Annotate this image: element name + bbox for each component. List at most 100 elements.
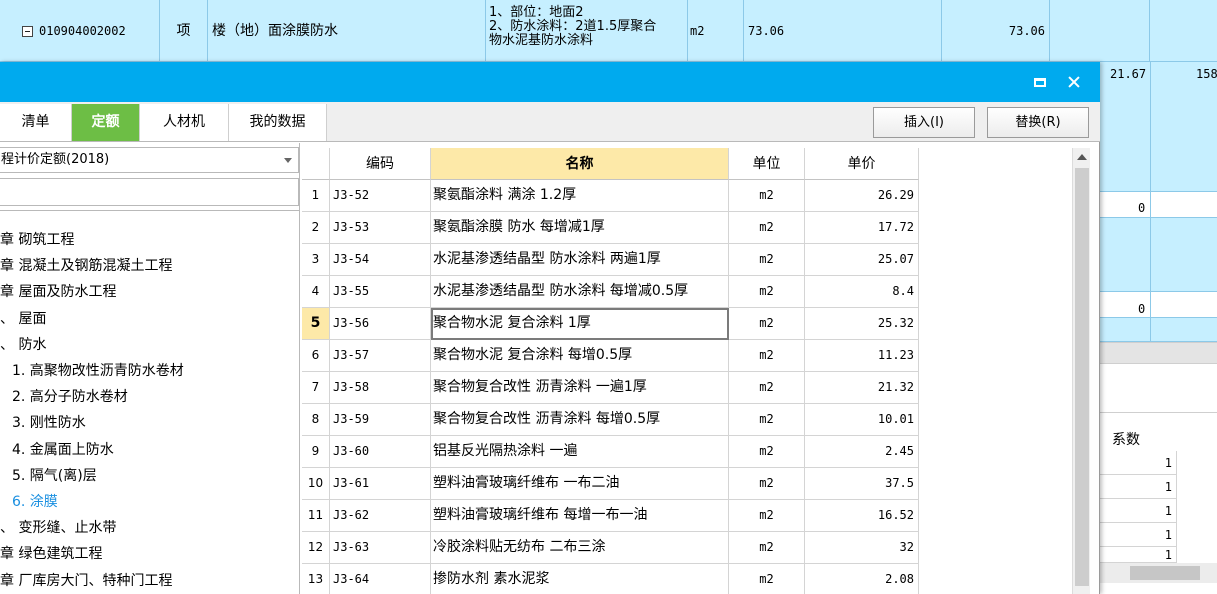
name-cell[interactable]: 冷胶涂料贴无纺布 二布三涂	[431, 532, 729, 564]
table-row[interactable]: 4 J3-55 水泥基渗透结晶型 防水涂料 每增减0.5厚 m2 8.4	[302, 276, 922, 308]
price-cell[interactable]: 17.72	[805, 212, 919, 244]
bill-empty-cell[interactable]	[1050, 0, 1150, 62]
insert-button[interactable]: 插入(I)	[873, 107, 975, 138]
row-number-cell[interactable]: 2	[302, 212, 330, 244]
price-cell[interactable]: 21.32	[805, 372, 919, 404]
price-cell[interactable]: 11.23	[805, 340, 919, 372]
row-number-cell[interactable]: 1	[302, 180, 330, 212]
tree-item[interactable]: 章 屋面及防水工程	[0, 282, 116, 302]
tree-item[interactable]: 5. 隔气(离)层	[12, 466, 97, 486]
bill-quantity-cell[interactable]: 73.06	[744, 0, 942, 62]
coefficient-cell[interactable]: 1	[1100, 547, 1177, 563]
tab-bill[interactable]: 清单	[0, 104, 72, 141]
header-price[interactable]: 单价	[805, 148, 919, 180]
unit-cell[interactable]: m2	[729, 276, 805, 308]
unit-cell[interactable]: m2	[729, 532, 805, 564]
tree-item[interactable]: 2. 高分子防水卷材	[12, 387, 128, 407]
bill-item-row[interactable]: 010904002002 项 楼（地）面涂膜防水 1、部位：地面2 2、防水涂料…	[0, 0, 1217, 62]
tree-item[interactable]: 章 混凝土及钢筋混凝土工程	[0, 256, 172, 276]
bill-type-cell[interactable]: 项	[160, 0, 208, 62]
name-cell[interactable]: 聚合物水泥 复合涂料 每增0.5厚	[431, 340, 729, 372]
tab-quota[interactable]: 定额	[72, 104, 140, 141]
scrollbar-thumb[interactable]	[1130, 566, 1200, 580]
tab-labor-material-machine[interactable]: 人材机	[140, 104, 229, 141]
name-cell[interactable]: 聚氨酯涂料 满涂 1.2厚	[431, 180, 729, 212]
code-cell[interactable]: J3-59	[330, 404, 431, 436]
name-cell[interactable]: 水泥基渗透结晶型 防水涂料 两遍1厚	[431, 244, 729, 276]
vertical-scrollbar[interactable]	[1072, 148, 1090, 594]
bill-empty-cell[interactable]	[1150, 0, 1217, 62]
unit-cell[interactable]: m2	[729, 564, 805, 594]
row-number-cell[interactable]: 4	[302, 276, 330, 308]
unit-cell[interactable]: m2	[729, 212, 805, 244]
row-number-cell[interactable]: 7	[302, 372, 330, 404]
code-cell[interactable]: J3-62	[330, 500, 431, 532]
table-row[interactable]: 11 J3-62 塑料油膏玻璃纤维布 每增一布一油 m2 16.52	[302, 500, 922, 532]
coefficient-cell[interactable]: 1	[1100, 475, 1177, 499]
name-cell[interactable]: 水泥基渗透结晶型 防水涂料 每增减0.5厚	[431, 276, 729, 308]
code-cell[interactable]: J3-53	[330, 212, 431, 244]
row-number-cell[interactable]: 9	[302, 436, 330, 468]
tree-item[interactable]: 3. 刚性防水	[12, 413, 86, 433]
code-cell[interactable]: J3-54	[330, 244, 431, 276]
library-select[interactable]: 程计价定额(2018)	[0, 147, 299, 173]
code-cell[interactable]: J3-52	[330, 180, 431, 212]
table-row[interactable]: 10 J3-61 塑料油膏玻璃纤维布 一布二油 m2 37.5	[302, 468, 922, 500]
row-number-cell[interactable]: 3	[302, 244, 330, 276]
name-cell[interactable]: 塑料油膏玻璃纤维布 每增一布一油	[431, 500, 729, 532]
name-cell[interactable]: 聚合物复合改性 沥青涂料 一遍1厚	[431, 372, 729, 404]
row-number-cell[interactable]: 13	[302, 564, 330, 594]
code-cell[interactable]: J3-55	[330, 276, 431, 308]
code-cell[interactable]: J3-56	[330, 308, 431, 340]
table-row[interactable]: 13 J3-64 掺防水剂 素水泥浆 m2 2.08	[302, 564, 922, 594]
replace-button[interactable]: 替换(R)	[987, 107, 1089, 138]
price-cell[interactable]: 16.52	[805, 500, 919, 532]
coefficient-cell[interactable]: 1	[1100, 451, 1177, 475]
price-cell[interactable]: 26.29	[805, 180, 919, 212]
code-cell[interactable]: J3-60	[330, 436, 431, 468]
collapse-minus-icon[interactable]	[22, 25, 33, 37]
code-cell[interactable]: J3-57	[330, 340, 431, 372]
tree-item[interactable]: 章 绿色建筑工程	[0, 544, 102, 564]
scrollbar-thumb[interactable]	[1075, 168, 1089, 586]
price-cell[interactable]: 25.07	[805, 244, 919, 276]
table-row[interactable]: 12 J3-63 冷胶涂料贴无纺布 二布三涂 m2 32	[302, 532, 922, 564]
unit-cell[interactable]: m2	[729, 372, 805, 404]
library-search-input[interactable]	[0, 178, 299, 206]
tab-my-data[interactable]: 我的数据	[229, 104, 327, 141]
table-row[interactable]: 1 J3-52 聚氨酯涂料 满涂 1.2厚 m2 26.29	[302, 180, 922, 212]
tree-item[interactable]: 章 砌筑工程	[0, 230, 74, 250]
name-cell[interactable]: 聚氨酯涂膜 防水 每增减1厚	[431, 212, 729, 244]
unit-cell[interactable]: m2	[729, 500, 805, 532]
row-number-cell[interactable]: 5	[302, 308, 330, 340]
tree-item[interactable]: 1. 高聚物改性沥青防水卷材	[12, 361, 184, 381]
scroll-up-icon[interactable]	[1077, 154, 1087, 160]
price-cell[interactable]: 8.4	[805, 276, 919, 308]
coefficient-cell[interactable]: 1	[1100, 523, 1177, 547]
name-cell[interactable]: 聚合物水泥 复合涂料 1厚	[431, 308, 729, 340]
row-number-cell[interactable]: 10	[302, 468, 330, 500]
header-name[interactable]: 名称	[431, 148, 729, 180]
code-cell[interactable]: J3-63	[330, 532, 431, 564]
unit-cell[interactable]: m2	[729, 244, 805, 276]
tree-item[interactable]: 6. 涂膜	[12, 492, 58, 512]
coefficient-cell[interactable]: 1	[1100, 499, 1177, 523]
table-row[interactable]: 8 J3-59 聚合物复合改性 沥青涂料 每增0.5厚 m2 10.01	[302, 404, 922, 436]
name-cell[interactable]: 铝基反光隔热涂料 一遍	[431, 436, 729, 468]
bill-name-cell[interactable]: 楼（地）面涂膜防水	[208, 0, 486, 62]
chevron-down-icon[interactable]	[284, 158, 292, 163]
row-number-cell[interactable]: 11	[302, 500, 330, 532]
close-icon[interactable]	[1064, 72, 1084, 92]
tree-item[interactable]: 、 防水	[0, 335, 46, 355]
bill-code-cell[interactable]: 010904002002	[0, 0, 160, 62]
unit-cell[interactable]: m2	[729, 404, 805, 436]
bill-features-cell[interactable]: 1、部位：地面2 2、防水涂料：2道1.5厚聚合 物水泥基防水涂料	[486, 0, 688, 62]
bill-quantity2-cell[interactable]: 73.06	[942, 0, 1050, 62]
header-code[interactable]: 编码	[330, 148, 431, 180]
horizontal-scrollbar[interactable]	[1100, 563, 1217, 583]
price-cell[interactable]: 2.45	[805, 436, 919, 468]
header-unit[interactable]: 单位	[729, 148, 805, 180]
unit-cell[interactable]: m2	[729, 436, 805, 468]
tree-item[interactable]: 章 厂库房大门、特种门工程	[0, 571, 172, 591]
name-cell[interactable]: 聚合物复合改性 沥青涂料 每增0.5厚	[431, 404, 729, 436]
